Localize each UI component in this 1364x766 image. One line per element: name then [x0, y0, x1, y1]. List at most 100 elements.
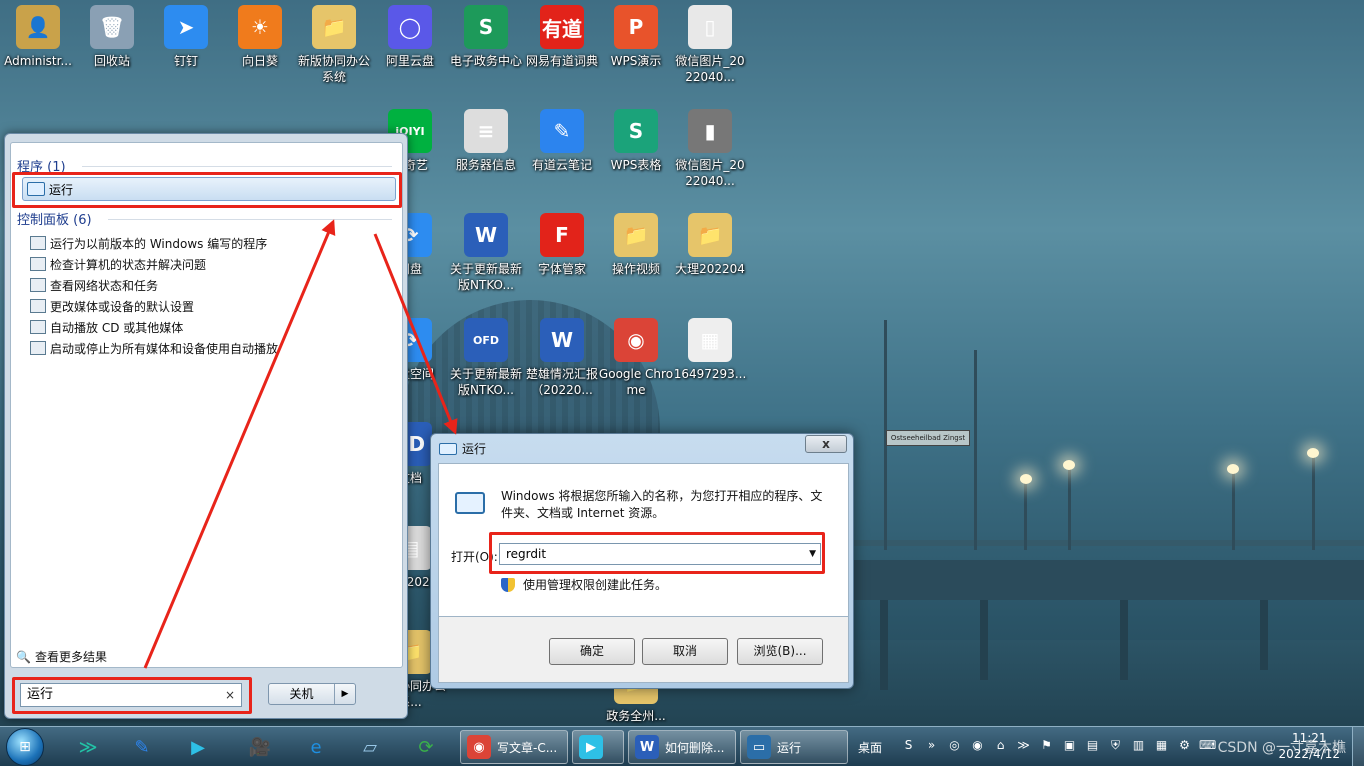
- tray-icon[interactable]: ▥: [1130, 737, 1147, 754]
- taskbar-pinned-app[interactable]: e: [296, 731, 336, 763]
- browse-button[interactable]: 浏览(B)...: [737, 638, 823, 665]
- wallpaper-pier-post: [980, 600, 988, 680]
- highlight-run-result: [12, 172, 402, 208]
- app-icon: OFD: [473, 333, 499, 347]
- desktop-icon[interactable]: S 电子政务中心: [448, 5, 524, 69]
- desktop-icon[interactable]: ▯ 微信图片_2022040...: [672, 5, 748, 85]
- desktop-icon-label: 操作视频: [611, 262, 660, 276]
- tray-icon[interactable]: ▤: [1084, 737, 1101, 754]
- taskbar-task[interactable]: W 如何删除...: [628, 730, 736, 764]
- desktop-icon[interactable]: ✎ 有道云笔记: [524, 109, 600, 173]
- control-panel-item[interactable]: 检查计算机的状态并解决问题: [30, 254, 206, 274]
- taskbar-task[interactable]: ◉ 写文章-C...: [460, 730, 568, 764]
- app-icon: ✎: [553, 119, 571, 143]
- wallpaper-pole: [974, 350, 977, 550]
- taskbar-pinned-app[interactable]: ⟳: [406, 731, 446, 763]
- desktop-icon[interactable]: ◉ Google Chrome: [598, 318, 674, 398]
- shutdown-options-arrow-icon[interactable]: ▶: [335, 684, 355, 704]
- desktop-icon[interactable]: S WPS表格: [598, 109, 674, 173]
- desktop-icon[interactable]: OFD 关于更新最新版NTKO...: [448, 318, 524, 398]
- app-icon: 📁: [623, 223, 649, 247]
- ok-button[interactable]: 确定: [549, 638, 635, 665]
- desktop-icon-image: 🗑: [90, 5, 134, 49]
- tray-icon[interactable]: ⌨: [1199, 737, 1216, 754]
- desktop-icon-image: 有道: [540, 5, 584, 49]
- app-icon: ◉: [467, 735, 491, 759]
- section-divider: [82, 166, 392, 167]
- tray-icon[interactable]: ▦: [1153, 737, 1170, 754]
- app-icon: F: [555, 223, 569, 247]
- taskbar-pinned-app[interactable]: ▶: [178, 731, 218, 763]
- desktop-icon[interactable]: ▦ 16497293...: [672, 318, 748, 382]
- tray-icon[interactable]: ▣: [1061, 737, 1078, 754]
- wallpaper-lamp: [1227, 464, 1239, 474]
- tray-icon[interactable]: S: [900, 737, 917, 754]
- taskbar-task[interactable]: ▭ 运行: [740, 730, 848, 764]
- app-icon: S: [628, 119, 644, 143]
- desktop-icon[interactable]: ≡ 服务器信息: [448, 109, 524, 173]
- control-panel-item[interactable]: 自动播放 CD 或其他媒体: [30, 317, 183, 337]
- tray-icon[interactable]: ◉: [969, 737, 986, 754]
- desktop-icon[interactable]: P WPS演示: [598, 5, 674, 69]
- control-panel-item[interactable]: 运行为以前版本的 Windows 编写的程序: [30, 233, 267, 253]
- tray-icon[interactable]: ⚙: [1176, 737, 1193, 754]
- desktop-icon-label: 网易有道词典: [525, 54, 598, 68]
- wallpaper-sign: Ostseeheilbad Zingst: [886, 430, 970, 446]
- shutdown-button[interactable]: 关机 ▶: [268, 683, 356, 705]
- desktop-icon[interactable]: 👤 Administr...: [0, 5, 76, 69]
- tray-icon[interactable]: ◎: [946, 737, 963, 754]
- desktop-icon[interactable]: 📁 新版协同办公系统: [296, 5, 372, 85]
- section-divider: [108, 219, 392, 220]
- desktop-icon[interactable]: 🗑 回收站: [74, 5, 150, 69]
- admin-note-text: 使用管理权限创建此任务。: [523, 578, 668, 592]
- run-program-icon: [455, 492, 485, 514]
- app-icon: ▯: [704, 15, 716, 39]
- tray-icon[interactable]: ≫: [1015, 737, 1032, 754]
- app-icon: ◉: [627, 328, 645, 352]
- app-icon: ➤: [177, 15, 195, 39]
- desktop-icon[interactable]: ☀ 向日葵: [222, 5, 298, 69]
- tray-icon[interactable]: ⚑: [1038, 737, 1055, 754]
- show-desktop-button[interactable]: [1352, 727, 1364, 766]
- wallpaper-pier-post: [1120, 600, 1128, 680]
- desktop-icon[interactable]: W 关于更新最新版NTKO...: [448, 213, 524, 293]
- taskbar-pinned-app[interactable]: 🎥: [240, 731, 280, 763]
- desktop-icon[interactable]: F 字体管家: [524, 213, 600, 277]
- desktop-icon-label: WPS演示: [610, 54, 662, 68]
- control-panel-item[interactable]: 更改媒体或设备的默认设置: [30, 296, 194, 316]
- close-button[interactable]: x: [805, 435, 847, 453]
- control-panel-item[interactable]: 启动或停止为所有媒体和设备使用自动播放: [30, 338, 278, 358]
- shutdown-label[interactable]: 关机: [269, 684, 335, 704]
- desktop-icon[interactable]: 📁 操作视频: [598, 213, 674, 277]
- desktop-icon[interactable]: ▮ 微信图片_2022040...: [672, 109, 748, 189]
- tray-icon[interactable]: ⛨: [1107, 737, 1124, 754]
- taskbar-pinned-app[interactable]: ▱: [350, 731, 390, 763]
- desktop-icon[interactable]: 有道 网易有道词典: [524, 5, 600, 69]
- desktop-icon[interactable]: 📁 大理202204: [672, 213, 748, 277]
- cancel-button[interactable]: 取消: [642, 638, 728, 665]
- desktop-icon[interactable]: ➤ 钉钉: [148, 5, 224, 69]
- see-more-results-link[interactable]: 🔍 查看更多结果: [16, 648, 107, 665]
- wallpaper-pole: [1024, 480, 1027, 550]
- desktop-icon-label: 钉钉: [173, 54, 198, 68]
- control-panel-header: 控制面板 (6): [17, 213, 92, 228]
- app-icon: W: [635, 735, 659, 759]
- wallpaper-lamp: [1063, 460, 1075, 470]
- tray-icon[interactable]: »: [923, 737, 940, 754]
- see-more-results-label: 查看更多结果: [34, 650, 107, 664]
- desktop-toolbar-label[interactable]: 桌面: [858, 739, 882, 756]
- control-panel-item[interactable]: 查看网络状态和任务: [30, 275, 158, 295]
- app-icon: S: [478, 15, 494, 39]
- clock[interactable]: 11:21 2022/4/12: [1278, 730, 1340, 762]
- taskbar-task[interactable]: ▶: [572, 730, 624, 764]
- desktop-icon[interactable]: W 楚雄情况汇报（20220...: [524, 318, 600, 398]
- run-dialog-title: 运行: [439, 440, 486, 457]
- taskbar-pinned-app[interactable]: ≫: [68, 731, 108, 763]
- desktop-icon[interactable]: ◯ 阿里云盘: [372, 5, 448, 69]
- control-panel-item-label: 查看网络状态和任务: [50, 278, 159, 293]
- app-icon: ▦: [700, 328, 720, 352]
- taskbar-pinned-app[interactable]: ✎: [122, 731, 162, 763]
- start-button[interactable]: ⊞: [6, 728, 44, 766]
- tray-icon[interactable]: ⌂: [992, 737, 1009, 754]
- wallpaper-pier-deck: [850, 560, 1364, 600]
